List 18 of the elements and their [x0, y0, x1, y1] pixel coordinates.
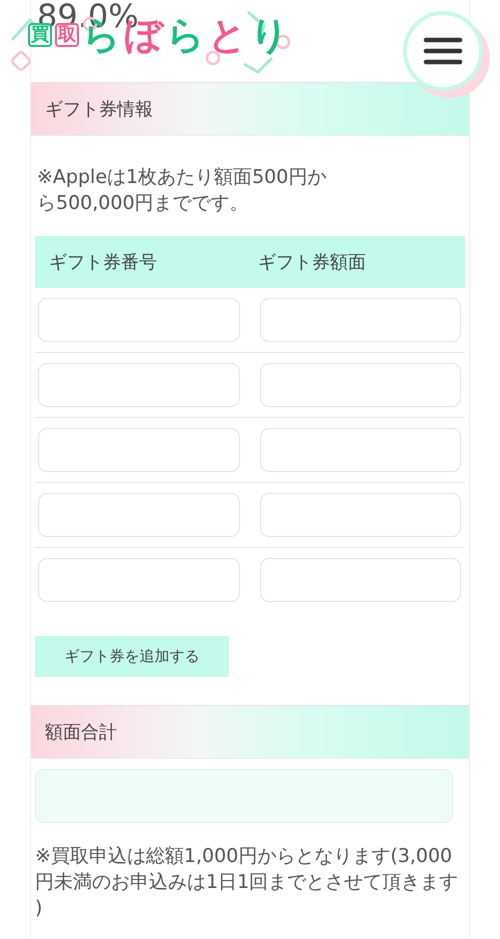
column-header: ギフト券番号 [48, 251, 158, 274]
gift-number-field[interactable] [38, 298, 240, 342]
menu-icon [423, 37, 463, 65]
gift-number-field[interactable] [38, 493, 240, 537]
gift-amount-field[interactable] [260, 363, 461, 407]
section-title: 額面合計 [45, 721, 117, 744]
section-title: ギフト券情報 [45, 98, 153, 121]
gift-number-field[interactable] [38, 558, 240, 602]
gift-number-field[interactable] [38, 363, 240, 407]
note-text: ※Appleは1枚あたり額面500円から500,000円までです。 [37, 165, 328, 216]
note-text: ※買取申込は総額1,000円からとなります(3,000円未満のお申込みは1日1回までとさせて頂きます ) [35, 844, 460, 921]
gift-amount-field[interactable] [260, 493, 461, 537]
gift-amount-field[interactable] [260, 558, 461, 602]
column-header: ギフト券額面 [257, 251, 367, 274]
add-gift-button[interactable]: ギフト券を追加する [35, 636, 229, 677]
gift-number-field[interactable] [38, 428, 240, 472]
gift-amount-field[interactable] [260, 298, 461, 342]
gift-amount-field[interactable] [260, 428, 461, 472]
